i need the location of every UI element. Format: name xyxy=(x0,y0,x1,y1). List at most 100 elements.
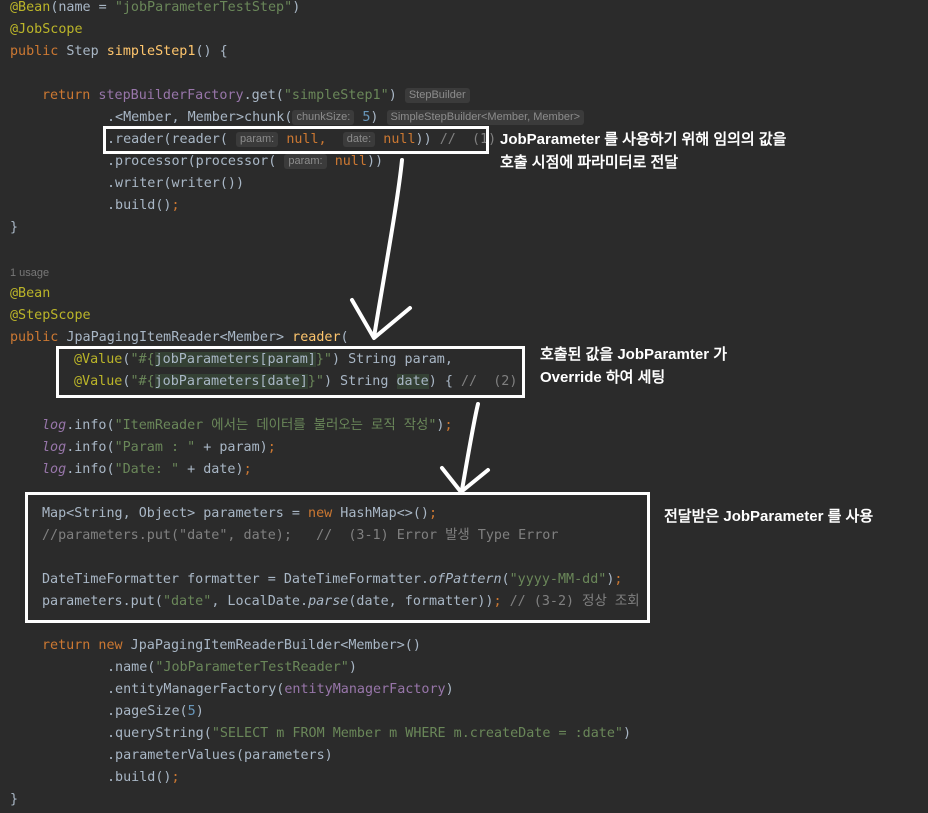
type-hint: StepBuilder xyxy=(404,88,470,103)
code-text: .get( xyxy=(243,88,284,103)
code-text: } xyxy=(10,792,19,807)
usage-count[interactable]: 1 usage xyxy=(10,262,49,284)
string-literal: "date" xyxy=(162,594,212,609)
code-text: ( xyxy=(340,330,349,345)
code-line-36: } xyxy=(10,789,18,811)
code-line-7: .reader(reader( param: null, date: null)… xyxy=(107,129,496,151)
code-line-33: .queryString("SELECT m FROM Member m WHE… xyxy=(107,723,631,745)
semicolon: ; xyxy=(493,594,502,609)
code-text: JpaPagingItemReaderBuilder<Member>() xyxy=(122,638,421,653)
code-line-21: log.info("Date: " + date); xyxy=(42,459,252,481)
code-line-11: } xyxy=(10,217,18,239)
string-literal: "Param : " xyxy=(114,440,196,455)
code-line-15: public JpaPagingItemReader<Member> reade… xyxy=(10,327,349,349)
keyword-null: null xyxy=(334,154,367,169)
code-text: ) xyxy=(292,0,301,15)
code-text: + param) xyxy=(195,440,268,455)
string-literal: "SELECT m FROM Member m WHERE m.createDa… xyxy=(211,726,623,741)
semicolon: ; xyxy=(243,462,252,477)
code-text: .entityManagerFactory( xyxy=(107,682,285,697)
semicolon: ; xyxy=(267,440,276,455)
code-line-8: .processor(processor( param: null)) xyxy=(107,151,383,173)
comment: //parameters.put("date", date); // (3-1)… xyxy=(42,528,559,543)
param-hint: date: xyxy=(342,132,376,147)
code-editor[interactable]: @Bean(name = "jobParameterTestStep") @Jo… xyxy=(0,0,928,813)
code-text: .<Member, Member>chunk( xyxy=(107,110,293,125)
code-text: ) xyxy=(195,704,204,719)
code-text: ) { xyxy=(428,374,453,389)
code-line-17: @Value("#{jobParameters[date]}") String … xyxy=(74,371,517,393)
string-literal: "JobParameterTestReader" xyxy=(155,660,349,675)
annotation-value: @Value xyxy=(74,352,123,367)
keyword: return new xyxy=(42,638,123,653)
field-ref: entityManagerFactory xyxy=(284,682,446,697)
callout-2-line-1: 호출된 값을 JobParamter 가 xyxy=(540,346,728,363)
callout-1-line-1: JobParameter 를 사용하기 위해 임의의 값을 xyxy=(500,131,787,148)
code-text: JpaPagingItemReader<Member> xyxy=(58,330,293,345)
code-text: (date, formatter)) xyxy=(348,594,494,609)
callout-1-line-2: 호출 시점에 파라미터로 전달 xyxy=(500,154,679,171)
code-line-2: @JobScope xyxy=(10,19,83,41)
code-line-13: @Bean xyxy=(10,283,50,305)
code-text: DateTimeFormatter formatter = DateTimeFo… xyxy=(42,572,429,587)
callout-3-line-1: 전달받은 JobParameter 를 사용 xyxy=(664,508,874,525)
code-line-16: @Value("#{jobParameters[param]}") String… xyxy=(74,349,453,371)
code-line-23: Map<String, Object> parameters = new Has… xyxy=(42,503,437,525)
keyword: public xyxy=(10,330,59,345)
spel-expression: jobParameters[param] xyxy=(154,352,316,367)
code-text: ) String xyxy=(323,374,397,389)
field-ref: log xyxy=(42,440,67,455)
code-line-32: .pageSize(5) xyxy=(107,701,204,723)
code-line-1: @Bean(name = "jobParameterTestStep") xyxy=(10,0,300,19)
annotation-jobscope: @JobScope xyxy=(10,22,83,37)
annotation-bean: @Bean xyxy=(10,0,51,15)
code-line-34: .parameterValues(parameters) xyxy=(107,745,333,767)
comment: // (2) xyxy=(452,374,518,389)
code-text: parameters.put( xyxy=(42,594,163,609)
string-literal: }" xyxy=(315,352,332,367)
code-line-35: .build(); xyxy=(107,767,180,789)
keyword: return xyxy=(42,88,91,103)
semicolon: ; xyxy=(171,770,180,785)
code-text: ) xyxy=(622,726,632,741)
code-text: .info( xyxy=(66,440,115,455)
code-line-30: .name("JobParameterTestReader") xyxy=(107,657,357,679)
code-text: .info( xyxy=(66,462,115,477)
semicolon: ; xyxy=(614,572,623,587)
semicolon: ; xyxy=(428,506,438,521)
code-line-14: @StepScope xyxy=(10,305,91,327)
code-line-24: //parameters.put("date", date); // (3-1)… xyxy=(42,525,558,547)
field-ref: log xyxy=(42,462,67,477)
code-text: .build() xyxy=(107,198,172,213)
code-text: .pageSize( xyxy=(107,704,188,719)
string-literal: "yyyy-MM-dd" xyxy=(509,572,607,587)
comment: // (3-2) 정상 조회 xyxy=(501,594,640,609)
code-line-29: return new JpaPagingItemReaderBuilder<Me… xyxy=(42,635,421,657)
keyword: new xyxy=(308,506,333,521)
string-literal: "Date: " xyxy=(114,462,180,477)
field-ref: log xyxy=(42,418,67,433)
code-line-9: .writer(writer()) xyxy=(107,173,244,195)
param-name: date xyxy=(396,374,429,389)
code-text: + date) xyxy=(179,462,244,477)
param-hint: param: xyxy=(236,132,279,147)
string-literal: "simpleStep1" xyxy=(283,88,389,103)
keyword-null: null, xyxy=(286,132,327,147)
code-line-10: .build(); xyxy=(107,195,180,217)
semicolon: ; xyxy=(444,418,453,433)
spel-expression: jobParameters[date] xyxy=(154,374,308,389)
code-text: .reader(reader( xyxy=(107,132,228,147)
code-text: )) xyxy=(366,154,384,169)
string-literal: "jobParameterTestStep" xyxy=(114,0,293,15)
callout-1: JobParameter 를 사용하기 위해 임의의 값을 호출 시점에 파라미… xyxy=(500,128,787,174)
callout-2: 호출된 값을 JobParamter 가 Override 하여 세팅 xyxy=(540,343,727,389)
code-text: () { xyxy=(195,44,228,59)
code-text: )) xyxy=(415,132,440,147)
code-text: .processor(processor( xyxy=(107,154,277,169)
type-hint: SimpleStepBuilder<Member, Member> xyxy=(386,110,585,125)
code-line-27: parameters.put("date", LocalDate.parse(d… xyxy=(42,591,640,613)
static-method: ofPattern xyxy=(428,572,502,587)
code-line-31: .entityManagerFactory(entityManagerFacto… xyxy=(107,679,454,701)
code-text: ) String param, xyxy=(332,352,453,367)
callout-3: 전달받은 JobParameter 를 사용 xyxy=(664,505,873,528)
